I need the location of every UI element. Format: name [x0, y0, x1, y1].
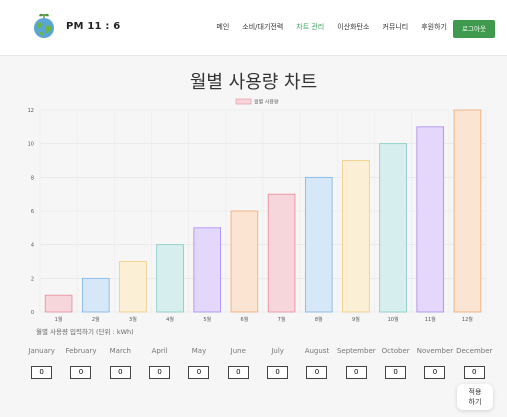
month-value-input[interactable]: 0 — [385, 366, 407, 379]
month-label: November — [416, 347, 454, 355]
month-label: August — [304, 347, 330, 355]
month-column: February 0 — [61, 347, 100, 379]
y-tick-label: 6 — [31, 209, 34, 215]
bar — [193, 227, 222, 313]
month-label: February — [65, 347, 97, 355]
x-tick-label: 11월 — [425, 316, 436, 323]
y-tick-label: 0 — [31, 310, 34, 316]
x-tick-label: 7월 — [278, 316, 286, 323]
nav-item-4[interactable]: 이산화탄소 — [337, 22, 369, 32]
logout-button[interactable]: 로그아웃 — [453, 20, 495, 38]
nav-item-6[interactable]: 후원하기 — [421, 22, 447, 32]
month-column: December 0 — [455, 347, 494, 379]
bar — [416, 126, 445, 313]
month-value-input[interactable]: 0 — [188, 366, 210, 379]
brand-name[interactable]: PM 11 : 6 — [66, 21, 120, 32]
y-tick-label: 12 — [28, 108, 34, 114]
y-tick-label: 2 — [31, 276, 34, 282]
x-tick-label: 10월 — [388, 316, 399, 323]
month-label: June — [230, 347, 246, 355]
month-column: August 0 — [297, 347, 336, 379]
bar — [81, 277, 110, 313]
month-column: May 0 — [179, 347, 218, 379]
x-tick-label: 12월 — [462, 316, 473, 323]
nav-menu: 메인 소비/대기전력 차트 관리 이산화탄소 커뮤니티 후원하기 — [216, 22, 447, 32]
month-column: March 0 — [101, 347, 140, 379]
bar — [304, 176, 333, 313]
month-value-input[interactable]: 0 — [70, 366, 92, 379]
y-tick-label: 4 — [31, 243, 34, 249]
month-label: December — [456, 347, 493, 355]
x-tick-label: 5월 — [203, 316, 211, 323]
month-label: March — [109, 347, 131, 355]
bar — [156, 244, 184, 313]
month-column: January 0 — [22, 347, 61, 379]
nav-item-5[interactable]: 커뮤니티 — [382, 22, 408, 32]
month-column: April 0 — [140, 347, 179, 379]
month-column: October 0 — [376, 347, 415, 379]
month-value-input[interactable]: 0 — [345, 366, 367, 379]
month-label: July — [271, 347, 284, 355]
month-label: May — [191, 347, 207, 355]
month-column: June 0 — [219, 347, 258, 379]
legend-swatch — [235, 98, 252, 105]
nav-item-2[interactable]: 소비/대기전력 — [242, 22, 283, 32]
month-label: April — [151, 347, 168, 355]
bar — [453, 109, 482, 313]
x-tick-label: 3월 — [129, 316, 137, 323]
month-column: July 0 — [258, 347, 297, 379]
apply-button-label: 적용 하기 — [468, 388, 482, 406]
earth-plant-icon[interactable] — [30, 12, 58, 40]
month-inputs: January 0 February 0 March 0 April 0 May 0 June 0 Ju… — [22, 347, 494, 379]
month-label: September — [336, 347, 376, 355]
legend-label: 월별 사용량 — [254, 99, 279, 106]
bar — [342, 160, 370, 313]
month-value-input[interactable]: 0 — [109, 366, 131, 379]
month-column: November 0 — [415, 347, 454, 379]
x-tick-label: 9월 — [352, 316, 360, 323]
y-tick-label: 10 — [28, 142, 34, 148]
month-value-input[interactable]: 0 — [149, 366, 171, 379]
bar — [119, 261, 147, 313]
x-tick-label: 6월 — [241, 316, 249, 323]
bar — [44, 294, 73, 313]
x-tick-label: 1월 — [55, 316, 63, 323]
input-section-label: 월별 사용량 입력하기 (단위 : kWh) — [36, 328, 134, 336]
top-navbar: PM 11 : 6 메인 소비/대기전력 차트 관리 이산화탄소 커뮤니티 후원하기 로그… — [0, 0, 507, 56]
month-value-input[interactable]: 0 — [463, 366, 485, 379]
month-value-input[interactable]: 0 — [227, 366, 249, 379]
y-tick-label: 8 — [31, 175, 34, 181]
month-value-input[interactable]: 0 — [306, 366, 328, 379]
bar — [267, 193, 296, 313]
x-tick-label: 4월 — [166, 316, 174, 323]
nav-item-1[interactable]: 메인 — [216, 22, 229, 32]
month-value-input[interactable]: 0 — [31, 366, 53, 379]
page-title: 월별 사용량 차트 — [189, 72, 318, 93]
x-tick-label: 2월 — [92, 316, 100, 323]
bar — [379, 143, 407, 313]
apply-button[interactable]: 적용 하기 — [457, 384, 493, 410]
month-column: September 0 — [337, 347, 376, 379]
month-label: January — [28, 347, 55, 355]
nav-item-3[interactable]: 차트 관리 — [296, 22, 324, 32]
month-value-input[interactable]: 0 — [424, 366, 446, 379]
month-label: October — [381, 347, 410, 355]
monthly-usage-chart: 0 2 4 6 8 10 12 1월 2월 3월 4월 5월 6월 7월 8월 9월 10월 11월 12월 월별 사… — [28, 98, 487, 323]
bar — [230, 210, 259, 313]
month-value-input[interactable]: 0 — [267, 366, 289, 379]
x-tick-label: 8월 — [315, 316, 323, 323]
